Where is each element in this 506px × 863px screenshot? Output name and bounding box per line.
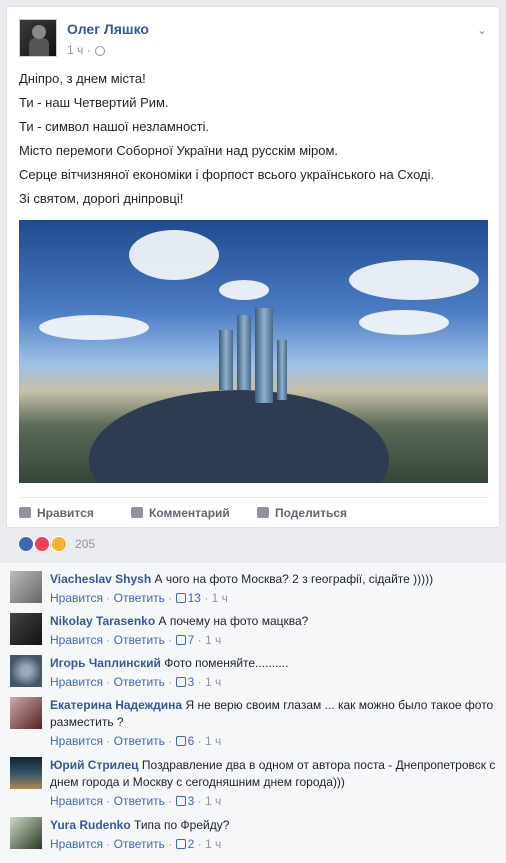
post-line: Зі святом, дорогі дніпровці! bbox=[19, 191, 184, 206]
comment-actions: Нравится · Ответить · 3 · 1 ч bbox=[50, 794, 222, 808]
comment-actions: Нравится · Ответить · 2 · 1 ч bbox=[50, 837, 222, 851]
post-card: Олег Ляшко 1 ч · ⌄ Дніпро, з днем міста!… bbox=[6, 6, 500, 528]
commenter-name[interactable]: Viacheslav Shysh bbox=[50, 572, 151, 586]
thumbs-up-icon bbox=[175, 635, 186, 645]
post-actions: Нравится Комментарий Поделиться bbox=[19, 497, 487, 522]
comment-reply-link[interactable]: Ответить bbox=[114, 591, 165, 605]
commenter-avatar[interactable] bbox=[10, 697, 42, 729]
love-reaction-icon bbox=[34, 536, 51, 552]
comment-actions: Нравится · Ответить · 6 · 1 ч bbox=[50, 734, 222, 748]
haha-reaction-icon bbox=[50, 536, 67, 552]
separator: · bbox=[86, 43, 91, 57]
commenter-name[interactable]: Yura Rudenko bbox=[50, 818, 131, 832]
comment-actions: Нравится · Ответить · 13 · 1 ч bbox=[50, 591, 228, 605]
chevron-down-icon[interactable]: ⌄ bbox=[477, 23, 487, 37]
commenter-avatar[interactable] bbox=[10, 571, 42, 603]
author-name[interactable]: Олег Ляшко bbox=[67, 21, 149, 37]
post-meta: 1 ч · bbox=[67, 43, 105, 57]
commenter-avatar[interactable] bbox=[10, 613, 42, 645]
post-time[interactable]: 1 ч bbox=[67, 43, 83, 57]
comment-time[interactable]: 1 ч bbox=[205, 734, 221, 748]
comment-reply-link[interactable]: Ответить bbox=[114, 675, 165, 689]
commenter-name[interactable]: Nikolay Tarasenko bbox=[50, 614, 155, 628]
comment-time[interactable]: 1 ч bbox=[205, 837, 221, 851]
thumbs-up-icon bbox=[19, 507, 31, 518]
comment-like-link[interactable]: Нравится bbox=[50, 837, 103, 851]
comment-like-count[interactable]: 3 bbox=[188, 794, 195, 808]
share-icon bbox=[257, 507, 269, 518]
author-avatar[interactable] bbox=[19, 19, 57, 57]
comment-time[interactable]: 1 ч bbox=[205, 675, 221, 689]
comment-reply-link[interactable]: Ответить bbox=[114, 734, 165, 748]
post-text: Дніпро, з днем міста! Ти - наш Четвертий… bbox=[19, 67, 487, 211]
comment-time[interactable]: 1 ч bbox=[205, 794, 221, 808]
thumbs-up-icon bbox=[175, 839, 186, 849]
comment-button[interactable]: Комментарий bbox=[131, 506, 230, 520]
comment-text: Фото поменяйте.......... bbox=[164, 656, 289, 670]
thumbs-up-icon bbox=[175, 736, 186, 746]
comment-reply-link[interactable]: Ответить bbox=[114, 837, 165, 851]
commenter-avatar[interactable] bbox=[10, 757, 42, 789]
globe-icon bbox=[94, 45, 105, 56]
comment-actions: Нравится · Ответить · 7 · 1 ч bbox=[50, 633, 222, 647]
post-header: Олег Ляшко 1 ч · ⌄ bbox=[19, 19, 487, 59]
comment-like-count[interactable]: 3 bbox=[188, 675, 195, 689]
comment-like-link[interactable]: Нравится bbox=[50, 591, 103, 605]
comment-like-link[interactable]: Нравится bbox=[50, 675, 103, 689]
post-photo[interactable] bbox=[19, 220, 488, 483]
commenter-name[interactable]: Екатерина Надеждина bbox=[50, 698, 182, 712]
comment-text: Типа по Фрейду? bbox=[134, 818, 230, 832]
comment-like-count[interactable]: 7 bbox=[188, 633, 195, 647]
comment-time[interactable]: 1 ч bbox=[212, 591, 228, 605]
post-line: Ти - символ нашої незламності. bbox=[19, 119, 210, 134]
comment-text: А почему на фото мацква? bbox=[158, 614, 309, 628]
comment-like-link[interactable]: Нравится bbox=[50, 633, 103, 647]
comment-like-count[interactable]: 2 bbox=[188, 837, 195, 851]
comment-like-link[interactable]: Нравится bbox=[50, 734, 103, 748]
comment-reply-link[interactable]: Ответить bbox=[114, 633, 165, 647]
thumbs-up-icon bbox=[175, 593, 186, 603]
comment-like-count[interactable]: 13 bbox=[188, 591, 201, 605]
like-button[interactable]: Нравится bbox=[19, 506, 94, 520]
commenter-avatar[interactable] bbox=[10, 817, 42, 849]
thumbs-up-icon bbox=[175, 677, 186, 687]
comment-like-link[interactable]: Нравится bbox=[50, 794, 103, 808]
post-line: Серце вітчизняної економіки і форпост вс… bbox=[19, 167, 435, 182]
comment-time[interactable]: 1 ч bbox=[205, 633, 221, 647]
post-line: Ти - наш Четвертий Рим. bbox=[19, 95, 169, 110]
comment-text: А чого на фото Москва? 2 з географії, сі… bbox=[154, 572, 434, 586]
comments-section: Viacheslav Shysh А чого на фото Москва? … bbox=[0, 563, 506, 863]
post-line: Дніпро, з днем міста! bbox=[19, 71, 146, 86]
thumbs-up-icon bbox=[175, 796, 186, 806]
commenter-avatar[interactable] bbox=[10, 655, 42, 687]
post-line: Місто перемоги Соборної України над русс… bbox=[19, 143, 339, 158]
comment-actions: Нравится · Ответить · 3 · 1 ч bbox=[50, 675, 222, 689]
like-reaction-icon bbox=[18, 536, 34, 552]
reaction-count[interactable]: 205 bbox=[75, 537, 95, 551]
commenter-name[interactable]: Юрий Стрилец bbox=[50, 758, 139, 772]
comment-like-count[interactable]: 6 bbox=[188, 734, 195, 748]
reactions-bar[interactable]: 205 bbox=[18, 536, 95, 554]
commenter-name[interactable]: Игорь Чаплинский bbox=[50, 656, 161, 670]
comment-icon bbox=[131, 507, 143, 518]
share-button[interactable]: Поделиться bbox=[257, 506, 347, 520]
comment-reply-link[interactable]: Ответить bbox=[114, 794, 165, 808]
